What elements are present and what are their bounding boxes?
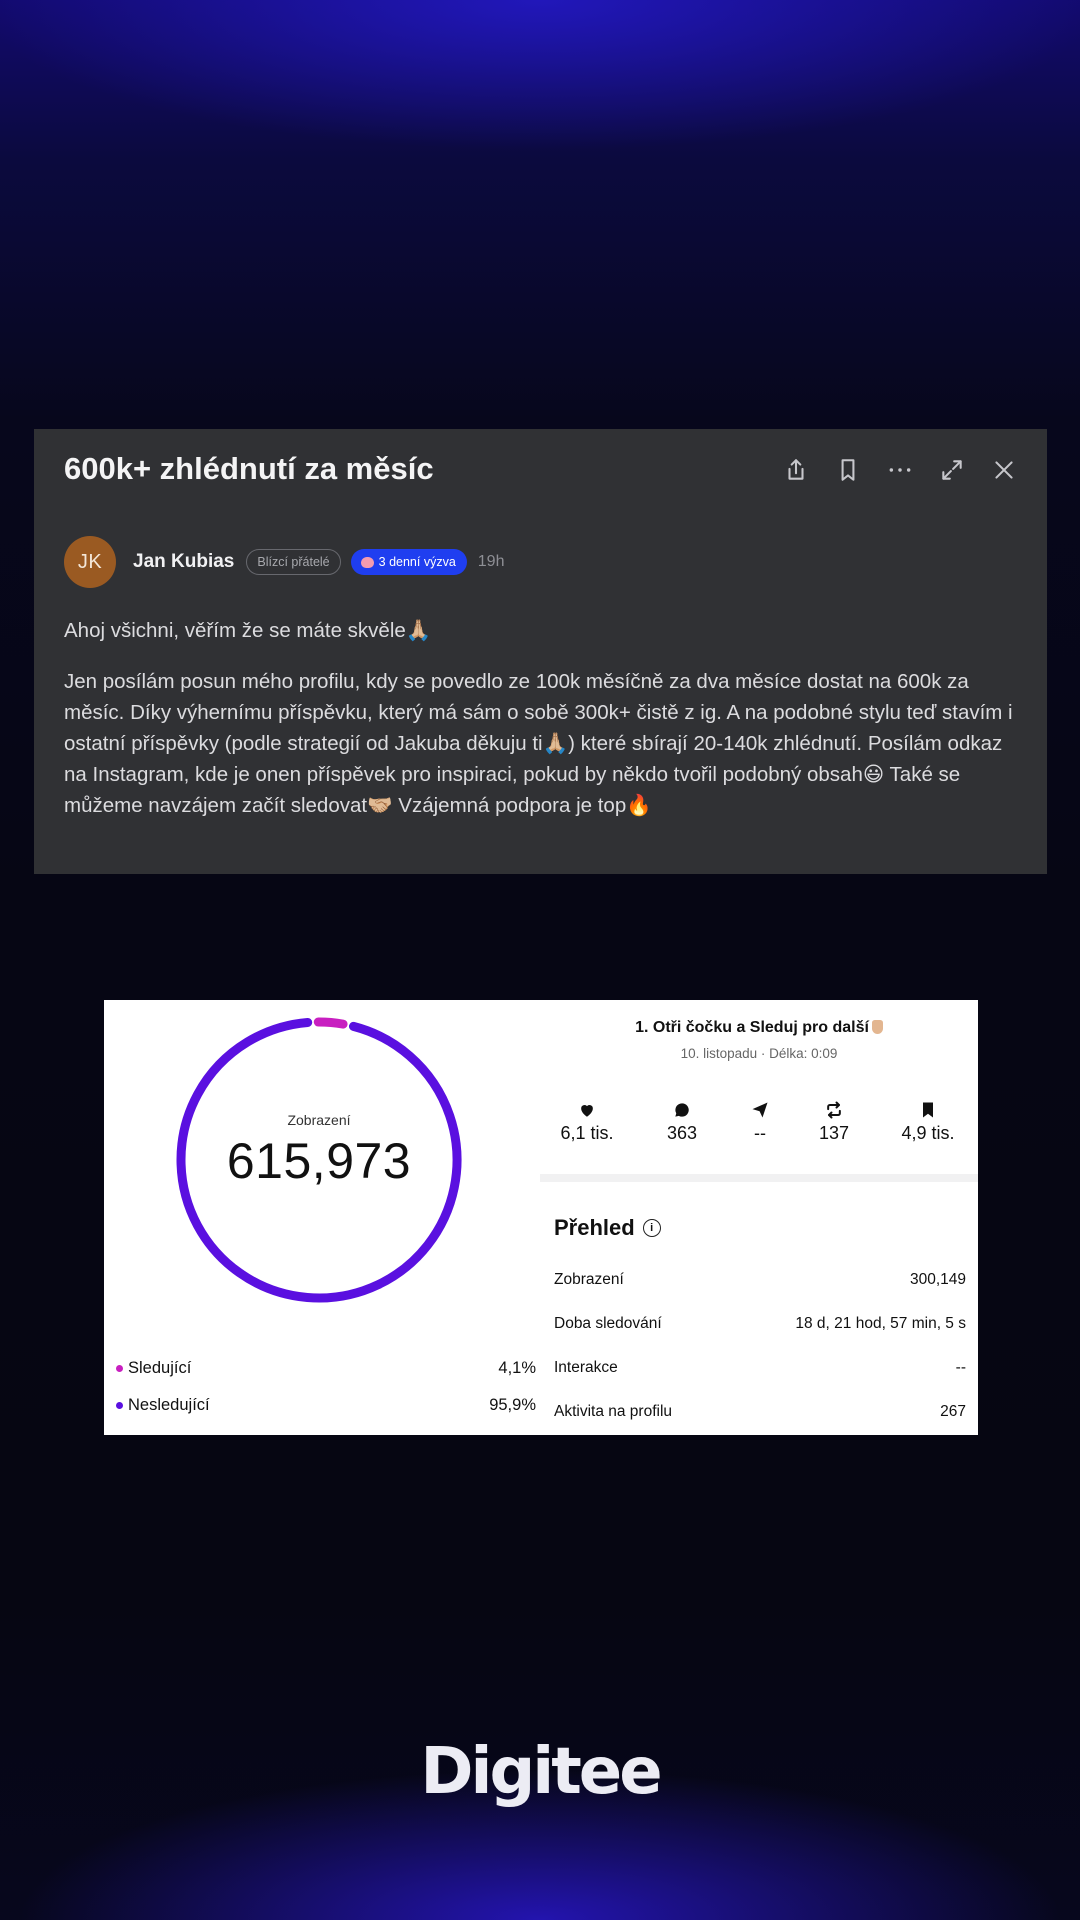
overview-value: 18 d, 21 hod, 57 min, 5 s <box>795 1315 966 1332</box>
overview-row: Doba sledování 18 d, 21 hod, 57 min, 5 s <box>554 1315 966 1333</box>
share-button[interactable] <box>781 455 811 485</box>
donut-label: Zobrazení <box>287 1112 351 1128</box>
legend-dot <box>116 1402 123 1409</box>
overview-label: Zobrazení <box>554 1271 624 1288</box>
post-actions <box>781 455 1019 485</box>
overview-row: Interakce -- <box>554 1359 966 1377</box>
expand-icon <box>942 460 962 480</box>
post-title: 600k+ zhlédnutí za měsíc <box>64 451 434 486</box>
post-body: Ahoj všichni, věřím že se máte skvěle🙏🏼 … <box>64 615 1024 821</box>
brain-icon <box>360 556 374 568</box>
metric-saves: 4,9 tis. <box>883 1100 973 1144</box>
save-icon <box>923 1102 933 1118</box>
comment-icon <box>675 1103 689 1117</box>
legend-label: Nesledující <box>128 1396 210 1414</box>
metric-value: 6,1 tis. <box>560 1123 614 1143</box>
legend-value: 4,1% <box>498 1359 536 1377</box>
overview-row: Aktivita na profilu 267 <box>554 1403 966 1421</box>
challenge-badge[interactable]: 3 denní výzva <box>350 549 467 575</box>
video-title: 1. Otři čočku a Sleduj pro další <box>540 1019 978 1037</box>
legend-item: Nesledující 95,9% <box>116 1396 536 1415</box>
friends-badge: Blízcí přátelé <box>246 549 341 575</box>
donut-value: 615,973 <box>226 1133 412 1189</box>
heart-icon <box>581 1105 593 1117</box>
expand-button[interactable] <box>937 455 967 485</box>
overview-value: 300,149 <box>909 1271 966 1288</box>
views-donut: Zobrazení 615,973 <box>174 1015 464 1305</box>
repost-icon <box>827 1101 841 1119</box>
overview-row: Zobrazení 300,149 <box>554 1271 966 1289</box>
metric-value: 137 <box>818 1123 850 1143</box>
avatar[interactable]: JK <box>64 536 116 588</box>
post-card: 600k+ zhlédnutí za měsíc JK Jan Kubias B… <box>34 429 1047 874</box>
more-button[interactable] <box>885 455 915 485</box>
video-title-text: 1. Otři čočku a Sleduj pro další <box>635 1019 869 1036</box>
metric-value: 4,9 tis. <box>901 1123 955 1143</box>
legend-label: Sledující <box>128 1359 192 1377</box>
legend-dot <box>116 1365 123 1372</box>
stats-image: Zobrazení 615,973 Sledující 4,1% Nesledu… <box>104 1000 978 1435</box>
brand-logo: Digitee <box>420 1735 662 1809</box>
overview-value: 267 <box>940 1403 966 1420</box>
bookmark-button[interactable] <box>833 455 863 485</box>
video-subtitle: 10. listopadu · Délka: 0:09 <box>680 1046 838 1061</box>
author-row: JK Jan Kubias Blízcí přátelé 3 denní výz… <box>64 536 504 588</box>
share-icon <box>788 459 804 480</box>
section-divider <box>540 1174 978 1182</box>
overview-label: Interakce <box>554 1359 618 1376</box>
overview-label: Doba sledování <box>554 1315 662 1332</box>
post-time: 19h <box>477 553 505 570</box>
author-name[interactable]: Jan Kubias <box>133 551 234 573</box>
legend-value: 95,9% <box>489 1396 536 1414</box>
donut-segment-sledující <box>313 1017 348 1029</box>
info-icon[interactable]: i <box>642 1219 661 1237</box>
bookmark-icon <box>841 459 855 481</box>
post-paragraph: Jen posílám posun mého profilu, kdy se p… <box>64 670 1013 817</box>
send-icon <box>752 1102 768 1118</box>
overview-label: Aktivita na profilu <box>554 1403 673 1420</box>
overview-title-text: Přehled <box>554 1215 635 1240</box>
pointing-down-icon <box>871 1020 883 1034</box>
post-paragraph: Ahoj všichni, věřím že se máte skvěle🙏🏼 <box>64 619 432 642</box>
overview-title: Přehled i <box>554 1215 661 1241</box>
challenge-badge-label: 3 denní výzva <box>378 555 456 569</box>
more-icon <box>889 468 911 472</box>
metric-reposts: 137 <box>789 1100 879 1144</box>
close-icon <box>995 461 1013 479</box>
close-button[interactable] <box>989 455 1019 485</box>
metric-comments: 363 <box>637 1100 727 1144</box>
metric-likes: 6,1 tis. <box>542 1100 632 1144</box>
legend-item: Sledující 4,1% <box>116 1359 536 1378</box>
metric-value: 363 <box>666 1123 698 1143</box>
overview-value: -- <box>955 1359 966 1376</box>
